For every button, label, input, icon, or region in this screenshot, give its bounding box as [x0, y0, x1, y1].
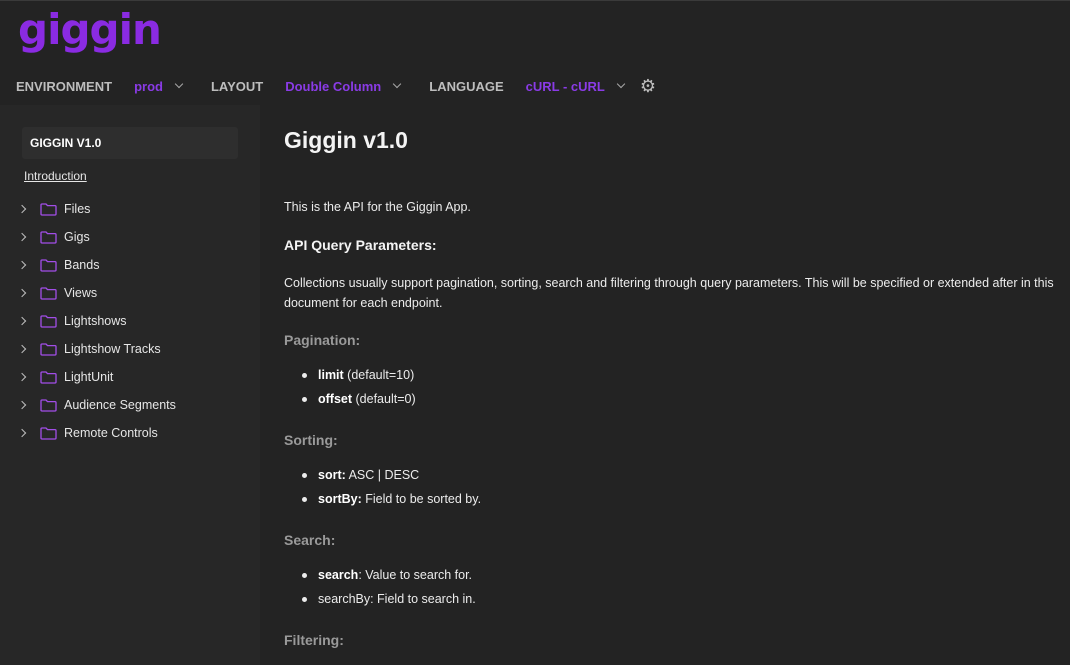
page-title: Giggin v1.0 [284, 127, 408, 153]
sidebar-item-lightunit[interactable]: LightUnit [0, 363, 260, 391]
language-select[interactable]: cURL - cURL [525, 78, 626, 94]
param-key: offset [318, 392, 353, 406]
param-key: sort: [318, 468, 346, 482]
list-item: limit (default=10) [302, 363, 416, 387]
sidebar-item-views[interactable]: Views [0, 279, 260, 307]
sidebar-list: Files Gigs Bands Views Lightshows Lightshow T… [0, 195, 260, 447]
chevron-right-icon[interactable] [17, 232, 27, 242]
param-description: (default=0) [352, 392, 416, 406]
filtering-heading: Filtering: [284, 632, 344, 648]
param-description: Field to be sorted by. [361, 492, 482, 506]
folder-icon [40, 202, 57, 216]
sidebar-item-remote-controls[interactable]: Remote Controls [0, 419, 260, 447]
query-params-paragraph: Collections usually support pagination, … [284, 276, 1054, 310]
list-item: offset (default=0) [302, 387, 416, 411]
sidebar-item-files[interactable]: Files [0, 195, 260, 223]
sorting-list: sort: ASC | DESC sortBy: Field to be sort… [302, 463, 481, 511]
language-value: cURL - cURL [525, 78, 605, 94]
sidebar-title[interactable]: GIGGIN V1.0 [22, 127, 238, 159]
sidebar-item-label: Bands [64, 258, 100, 272]
sidebar-item-label: Audience Segments [64, 398, 176, 412]
sidebar-item-label: Remote Controls [64, 426, 158, 440]
param-description: searchBy: Field to search in. [318, 592, 476, 606]
chevron-right-icon[interactable] [17, 260, 27, 270]
query-params-heading: API Query Parameters: [284, 237, 437, 253]
settings-bar: ENVIRONMENT prod LAYOUT Double Column LA… [16, 77, 656, 95]
chevron-right-icon[interactable] [17, 204, 27, 214]
param-key: sortBy: [318, 492, 362, 506]
environment-label: ENVIRONMENT [16, 78, 113, 94]
layout-value: Double Column [285, 78, 382, 94]
chevron-down-icon [393, 79, 402, 89]
chevron-down-icon [616, 79, 626, 89]
chevron-right-icon[interactable] [17, 372, 27, 382]
pagination-heading: Pagination: [284, 332, 361, 348]
list-item: sort: ASC | DESC [302, 463, 481, 487]
folder-icon [40, 230, 57, 244]
layout-label: LAYOUT [210, 78, 264, 94]
folder-icon [40, 426, 57, 440]
chevron-right-icon[interactable] [17, 288, 27, 298]
chevron-right-icon[interactable] [17, 344, 27, 354]
sidebar-item-label: Lightshows [64, 314, 127, 328]
sidebar-item-audience-segments[interactable]: Audience Segments [0, 391, 260, 419]
list-item: search: Value to search for. [302, 563, 476, 587]
intro-text: This is the API for the Giggin App. [284, 200, 471, 214]
folder-icon [40, 370, 57, 384]
folder-icon [40, 398, 57, 412]
sidebar-item-label: Lightshow Tracks [64, 342, 161, 356]
sorting-heading: Sorting: [284, 432, 338, 448]
search-heading: Search: [284, 532, 336, 548]
list-item: sortBy: Field to be sorted by. [302, 487, 481, 511]
chevron-down-icon [174, 79, 184, 89]
gear-icon[interactable]: ⚙ [640, 77, 656, 95]
chevron-right-icon[interactable] [17, 428, 27, 438]
sidebar-item-lightshows[interactable]: Lightshows [0, 307, 260, 335]
chevron-right-icon[interactable] [17, 400, 27, 410]
sidebar-item-label: Files [64, 202, 91, 216]
param-description: : Value to search for. [358, 568, 473, 582]
introduction-link[interactable]: Introduction [24, 169, 87, 183]
folder-icon [40, 286, 57, 300]
folder-icon [40, 342, 57, 356]
param-key: search [318, 568, 359, 582]
language-label: LANGUAGE [429, 78, 504, 94]
sidebar-item-bands[interactable]: Bands [0, 251, 260, 279]
sidebar-item-label: Views [64, 286, 98, 300]
pagination-list: limit (default=10) offset (default=0) [302, 363, 416, 411]
sidebar-item-label: LightUnit [64, 370, 114, 384]
sidebar: GIGGIN V1.0 Introduction Files Gigs Bands V… [0, 105, 260, 665]
app-logo[interactable]: giggin [18, 5, 162, 54]
environment-value: prod [134, 78, 163, 94]
sidebar-item-label: Gigs [64, 230, 90, 244]
layout-select[interactable]: Double Column [285, 78, 402, 94]
sidebar-item-gigs[interactable]: Gigs [0, 223, 260, 251]
folder-icon [40, 258, 57, 272]
environment-select[interactable]: prod [134, 78, 184, 94]
sidebar-item-lightshow-tracks[interactable]: Lightshow Tracks [0, 335, 260, 363]
folder-icon [40, 314, 57, 328]
chevron-right-icon[interactable] [17, 316, 27, 326]
param-description: ASC | DESC [345, 468, 420, 482]
list-item: searchBy: Field to search in. [302, 587, 476, 611]
search-list: search: Value to search for. searchBy: Fi… [302, 563, 476, 611]
param-key: limit [318, 368, 344, 382]
param-description: (default=10) [343, 368, 415, 382]
